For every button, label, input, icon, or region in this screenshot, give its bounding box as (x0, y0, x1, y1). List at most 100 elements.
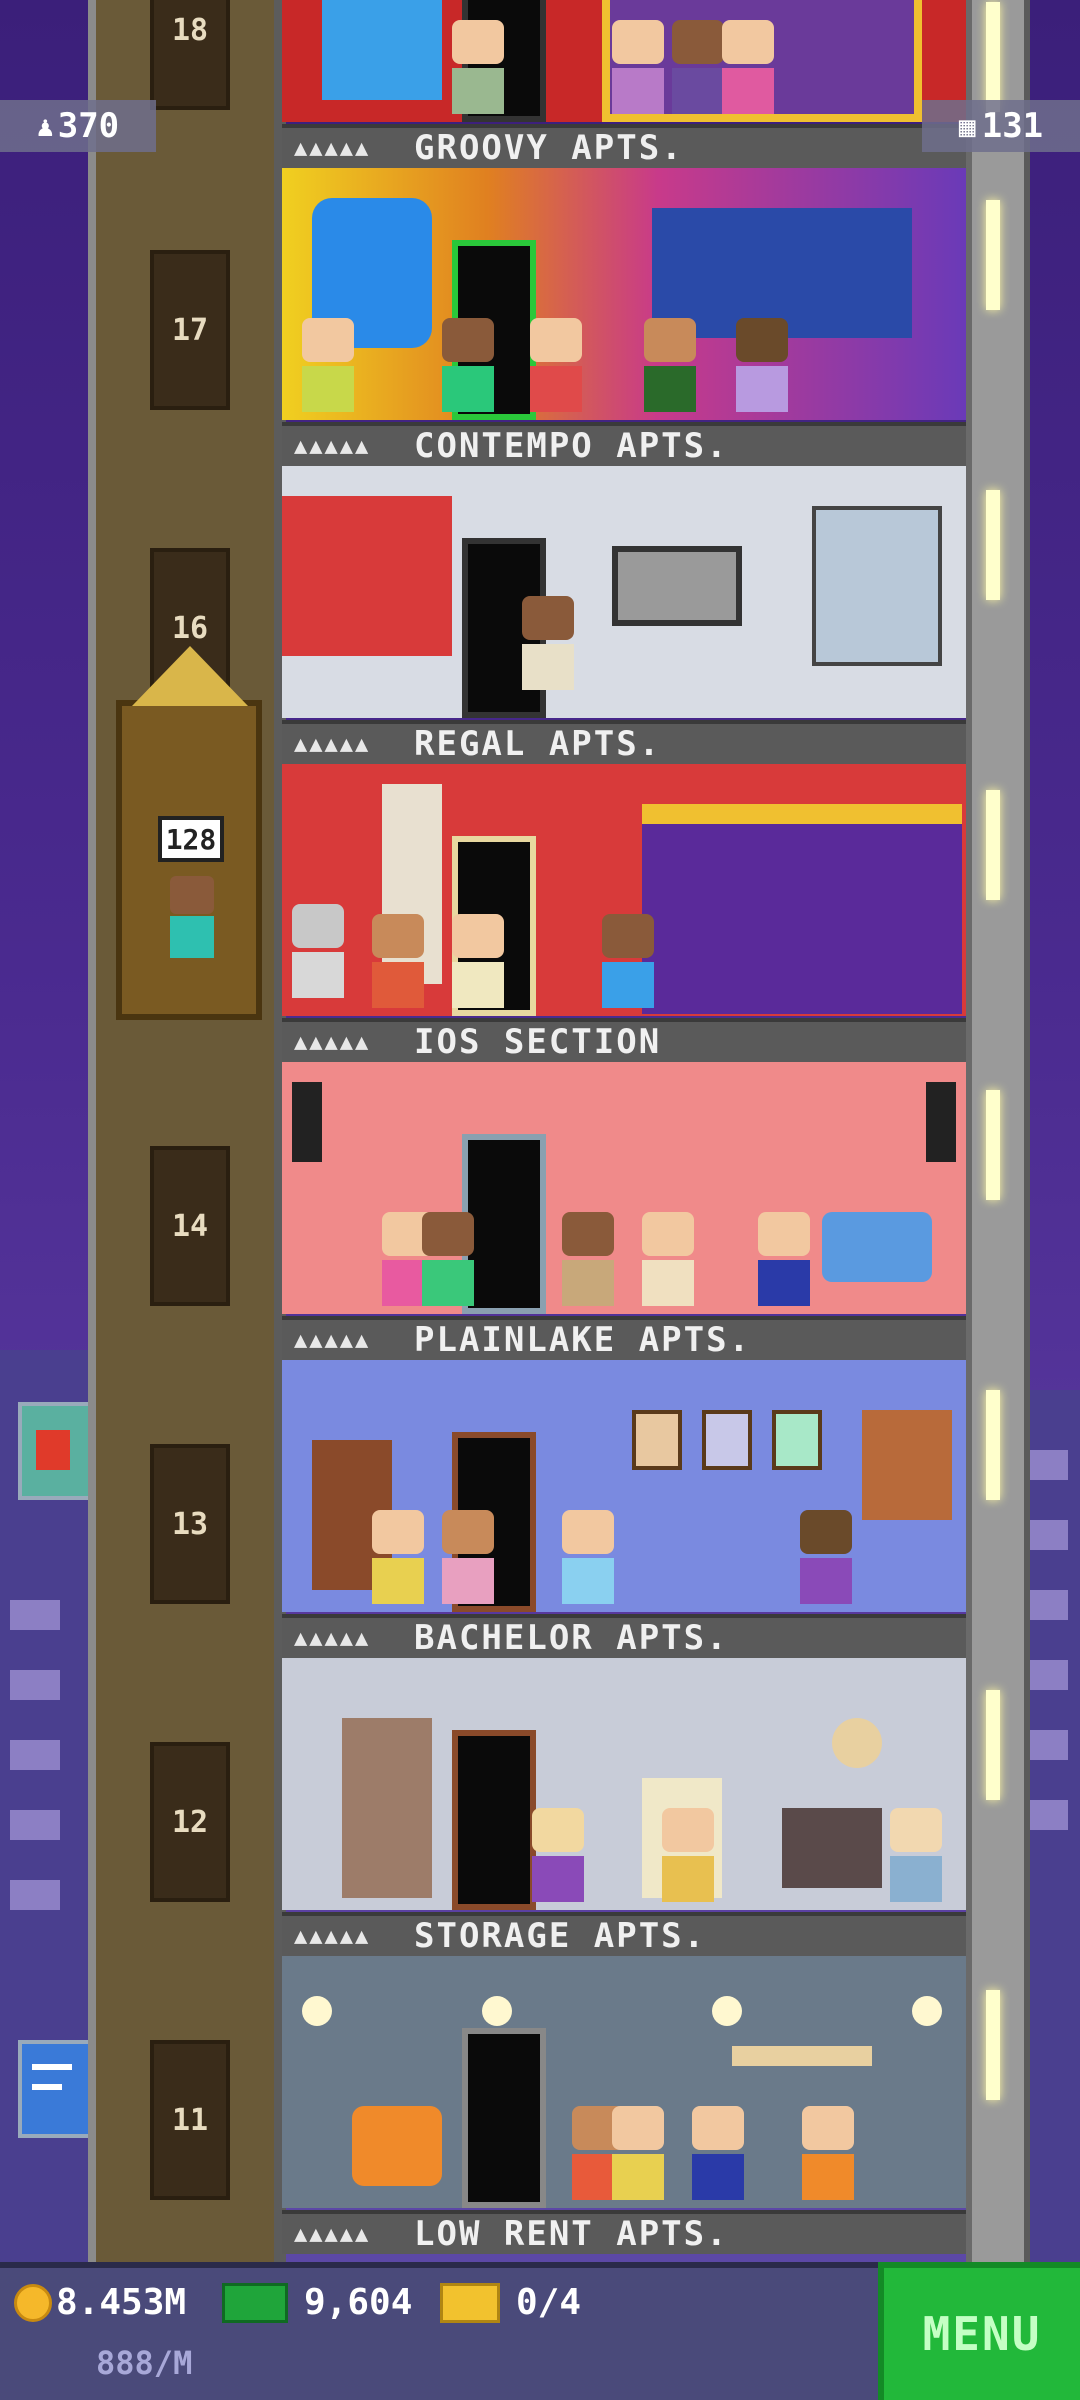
resident[interactable] (302, 318, 354, 414)
ceiling-light (302, 1996, 332, 2026)
floor-number: 16 (171, 610, 209, 646)
coins-stat[interactable]: 8.453M (14, 2282, 186, 2323)
pillar-lamp (986, 1090, 1000, 1200)
resident[interactable] (562, 1212, 614, 1308)
floor-name: GROOVY APTS. (414, 128, 684, 168)
resident[interactable] (372, 1510, 424, 1606)
resident[interactable] (442, 318, 494, 414)
floor-groovy[interactable]: ▲▲▲▲▲ GROOVY APTS. (282, 0, 966, 168)
armchair (352, 2106, 442, 2186)
floor-bachelor[interactable]: ▲▲▲▲▲ BACHELOR APTS. (282, 1360, 966, 1658)
ceiling-light (482, 1996, 512, 2026)
resident[interactable] (722, 20, 774, 116)
side-food-icon[interactable] (18, 1402, 92, 1500)
floor-stars: ▲▲▲▲▲ (294, 2221, 371, 2247)
elevator-door-13[interactable]: 13 (150, 1444, 230, 1604)
resident[interactable] (442, 1510, 494, 1606)
floor-label: ▲▲▲▲▲ PLAINLAKE APTS. (282, 1316, 966, 1360)
floor-number: 18 (171, 12, 209, 48)
resident[interactable] (612, 20, 664, 116)
bookshelf (812, 506, 942, 666)
resident[interactable] (800, 1510, 852, 1606)
dartboard (832, 1718, 882, 1768)
floor-label: ▲▲▲▲▲ LOW RENT APTS. (282, 2210, 966, 2254)
resident[interactable] (452, 20, 504, 116)
statue (292, 904, 344, 1000)
pillar-lamp (986, 1990, 1000, 2100)
resident[interactable] (672, 20, 724, 116)
floor-name: STORAGE APTS. (414, 1916, 707, 1956)
elevator-door-14[interactable]: 14 (150, 1146, 230, 1306)
ceiling-light (912, 1996, 942, 2026)
couch (782, 1808, 882, 1888)
floor-label: ▲▲▲▲▲ STORAGE APTS. (282, 1912, 966, 1956)
portrait (632, 1410, 682, 1470)
side-message-icon[interactable] (18, 2040, 92, 2138)
coin-rate: 888/M (96, 2344, 193, 2382)
menu-button[interactable]: MENU (878, 2262, 1080, 2400)
red-wall-panel (282, 496, 452, 656)
resident[interactable] (522, 596, 574, 692)
pillar-lamp (986, 2, 1000, 112)
pillar-lamp (986, 1390, 1000, 1500)
speaker (926, 1082, 956, 1162)
elevator-door-11[interactable]: 11 (150, 2040, 230, 2200)
floor-name: REGAL APTS. (414, 724, 662, 764)
floor-contempo[interactable]: ▲▲▲▲▲ CONTEMPO APTS. (282, 168, 966, 466)
resident[interactable] (562, 1510, 614, 1606)
wall-shelf (732, 2046, 872, 2066)
resident[interactable] (692, 2106, 744, 2202)
resident[interactable] (802, 2106, 854, 2202)
portrait (772, 1410, 822, 1470)
wall-painting (612, 546, 742, 626)
ticket-icon (440, 2282, 500, 2323)
resident[interactable] (372, 914, 424, 1010)
room-doorway (462, 2028, 546, 2208)
resident[interactable] (532, 1808, 584, 1904)
bux-stat[interactable]: 9,604 (222, 2282, 412, 2323)
tickets-value: 0/4 (516, 2282, 582, 2323)
ceiling-light (712, 1996, 742, 2026)
floor-stars: ▲▲▲▲▲ (294, 1029, 371, 1055)
pillar-lamp (986, 790, 1000, 900)
resident[interactable] (736, 318, 788, 414)
person-icon: ♟ (36, 109, 54, 143)
resident[interactable] (612, 2106, 664, 2202)
resident[interactable] (644, 318, 696, 414)
floor-plainlake[interactable]: ▲▲▲▲▲ PLAINLAKE APTS. (282, 1062, 966, 1360)
population-counter[interactable]: ♟ 370 (0, 100, 156, 152)
floor-regal-apts[interactable]: ▲▲▲▲▲ REGAL APTS. (282, 466, 966, 764)
floor-number: 17 (171, 312, 209, 348)
floor-stars: ▲▲▲▲▲ (294, 731, 371, 757)
resident[interactable] (422, 1212, 474, 1308)
resident[interactable] (662, 1808, 714, 1904)
floor-name: CONTEMPO APTS. (414, 426, 729, 466)
floor-stars: ▲▲▲▲▲ (294, 433, 371, 459)
elevator-passenger[interactable] (170, 876, 214, 958)
resident[interactable] (530, 318, 582, 414)
resident[interactable] (642, 1212, 694, 1308)
portrait (702, 1410, 752, 1470)
floor-storage[interactable]: ▲▲▲▲▲ STORAGE APTS. (282, 1658, 966, 1956)
elevator-door-17[interactable]: 17 (150, 250, 230, 410)
floors-counter[interactable]: ▦ 131 (922, 100, 1080, 152)
resident[interactable] (890, 1808, 942, 1904)
tickets-stat[interactable]: 0/4 (440, 2282, 581, 2323)
floor-label: ▲▲▲▲▲ CONTEMPO APTS. (282, 422, 966, 466)
coin-icon (14, 2283, 52, 2322)
floor-stars: ▲▲▲▲▲ (294, 1625, 371, 1651)
floor-ios-section[interactable]: ▲▲▲▲▲ IOS SECTION (282, 764, 966, 1062)
elevator-car[interactable]: 128 (116, 646, 262, 1020)
elevator-door-12[interactable]: 12 (150, 1742, 230, 1902)
floor-name: LOW RENT APTS. (414, 2214, 729, 2254)
floor-low-rent[interactable]: ▲▲▲▲▲ LOW RENT APTS. (282, 1956, 966, 2254)
plant (342, 1718, 432, 1898)
pillar-lamp (986, 1690, 1000, 1800)
resident[interactable] (758, 1212, 810, 1308)
resident[interactable] (452, 914, 504, 1010)
resident[interactable] (602, 914, 654, 1010)
elevator-door-18[interactable]: 18 (150, 0, 230, 110)
speaker (292, 1082, 322, 1162)
floor-label: ▲▲▲▲▲ GROOVY APTS. (282, 124, 966, 168)
bux-value: 9,604 (304, 2282, 413, 2323)
